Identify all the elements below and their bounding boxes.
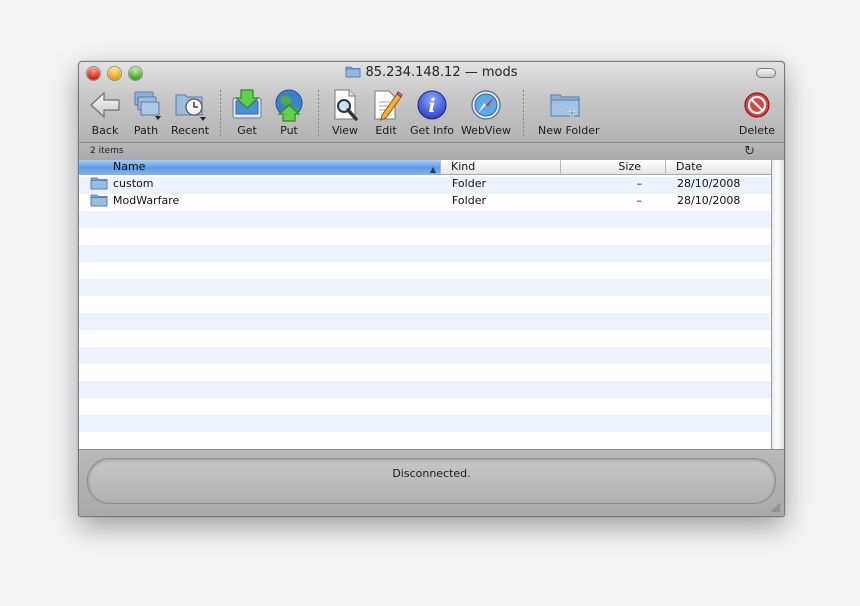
connection-status-text: Disconnected. — [392, 467, 471, 480]
download-icon — [232, 89, 262, 119]
compass-icon — [471, 90, 501, 120]
file-name: ModWarfare — [113, 194, 180, 207]
title-bar: 85.234.148.12 — mods Back Path Recent Ge… — [79, 62, 784, 142]
status-bar: 2 items ↻ — [79, 142, 784, 161]
file-kind: Folder — [452, 177, 486, 190]
connection-status-field: Disconnected. — [87, 458, 776, 504]
window-title-text: 85.234.148.12 — mods — [365, 65, 518, 80]
file-size: – — [636, 177, 643, 190]
upload-globe-icon — [275, 89, 303, 122]
column-header-name[interactable]: Name ▲ — [79, 160, 441, 174]
table-row[interactable]: ModWarfare Folder – 28/10/2008 — [79, 192, 771, 209]
put-button[interactable]: Put — [263, 88, 315, 140]
file-kind: Folder — [452, 194, 486, 207]
column-header-name-label: Name — [113, 160, 146, 173]
webview-label: WebView — [460, 124, 512, 137]
file-date: 28/10/2008 — [677, 194, 741, 207]
recent-label: Recent — [170, 124, 210, 137]
folder-icon — [90, 194, 108, 207]
file-size: – — [636, 194, 643, 207]
get-info-label: Get Info — [410, 124, 454, 137]
column-header: Name ▲ Kind Size Date — [79, 160, 771, 175]
svg-text:i: i — [428, 95, 435, 117]
toolbar-separator — [523, 90, 524, 138]
item-count: 2 items — [90, 146, 124, 156]
clock-folder-icon — [175, 94, 206, 121]
edit-button[interactable]: Edit — [360, 88, 412, 140]
file-date: 28/10/2008 — [677, 177, 741, 190]
toolbar: Back Path Recent Get Put View Edit i Get… — [79, 88, 784, 140]
bottom-panel: Disconnected. — [79, 450, 784, 516]
delete-button[interactable]: Delete — [731, 88, 783, 140]
resize-grip-icon[interactable] — [770, 502, 781, 513]
magnifier-doc-icon — [334, 89, 358, 121]
column-header-date-label: Date — [676, 160, 703, 173]
delete-label: Delete — [738, 124, 776, 137]
edit-label: Edit — [375, 124, 397, 137]
column-header-size[interactable]: Size — [561, 160, 666, 174]
no-entry-icon — [744, 92, 770, 118]
folder-icon — [346, 66, 361, 78]
ftp-browser-window: 85.234.148.12 — mods Back Path Recent Ge… — [78, 61, 785, 517]
arrow-left-icon — [90, 91, 120, 119]
table-row[interactable]: custom Folder – 28/10/2008 — [79, 175, 771, 192]
file-name: custom — [113, 177, 154, 190]
new-folder-label: New Folder — [538, 124, 600, 137]
file-list[interactable]: Name ▲ Kind Size Date custom Folder – 28… — [79, 160, 771, 450]
folder-stack-icon — [134, 91, 161, 120]
folder-icon — [90, 177, 108, 190]
recent-button[interactable]: Recent — [164, 88, 216, 140]
put-label: Put — [280, 124, 298, 137]
new-folder-icon — [550, 94, 580, 118]
window-title: 85.234.148.12 — mods — [79, 65, 784, 81]
column-header-kind[interactable]: Kind — [441, 160, 561, 174]
new-folder-button[interactable]: New Folder — [538, 88, 600, 140]
column-header-date[interactable]: Date — [666, 160, 770, 174]
column-header-size-label: Size — [618, 160, 641, 173]
webview-button[interactable]: WebView — [460, 88, 512, 140]
refresh-icon[interactable]: ↻ — [744, 144, 755, 159]
column-header-kind-label: Kind — [451, 160, 476, 173]
info-icon: i — [417, 90, 447, 120]
toolbar-toggle-button[interactable] — [756, 68, 776, 78]
vertical-scrollbar[interactable] — [771, 160, 784, 450]
get-info-button[interactable]: i Get Info — [406, 88, 458, 140]
pencil-doc-icon — [374, 90, 403, 121]
